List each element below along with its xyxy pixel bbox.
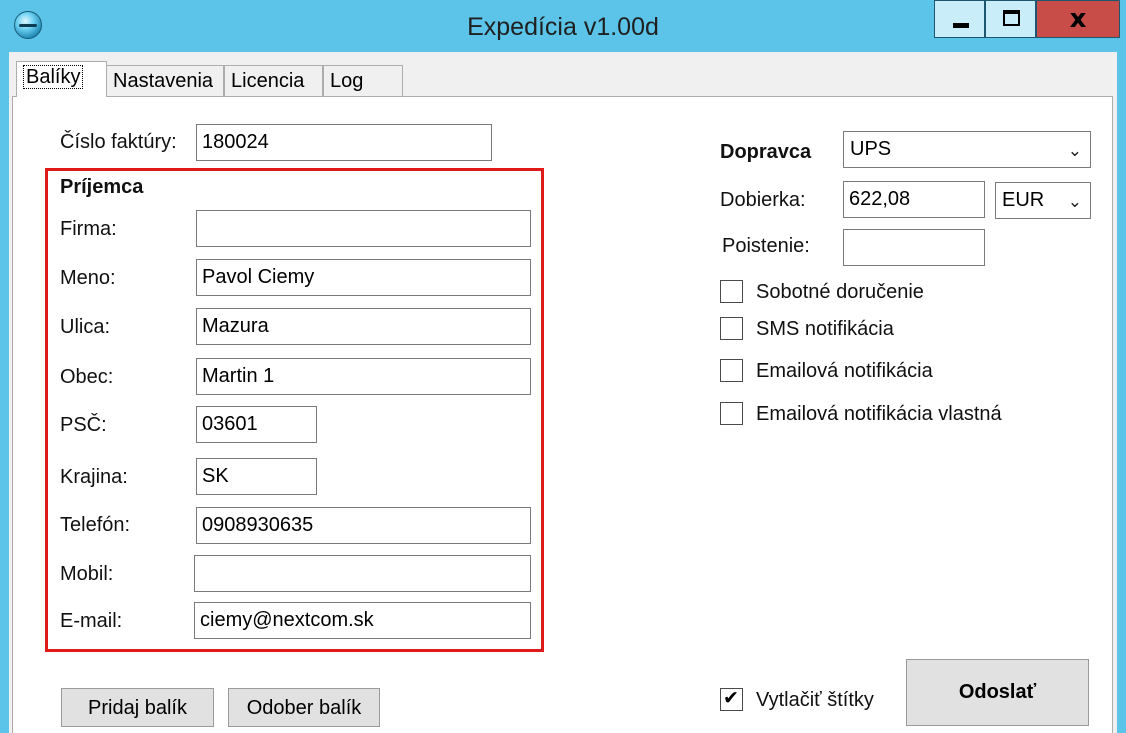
telefon-input[interactable] [196,507,531,544]
maximize-icon [1003,10,1020,26]
meno-input[interactable] [196,259,531,296]
custom-email-notification-checkbox[interactable] [720,402,743,425]
send-button[interactable]: Odoslať [906,659,1089,726]
print-labels-label: Vytlačiť štítky [756,689,874,711]
sms-notification-checkbox[interactable] [720,317,743,340]
obec-label: Obec: [60,366,114,388]
meno-label: Meno: [60,267,116,289]
tab-label: Log [330,70,364,92]
ulica-input[interactable] [196,308,531,345]
psc-label: PSČ: [60,414,107,436]
firma-input[interactable] [196,210,531,247]
invoice-label: Číslo faktúry: [60,131,177,153]
krajina-input[interactable] [196,458,317,495]
maximize-button[interactable] [985,0,1036,38]
tab-label: Nastavenia [113,70,214,92]
tab-label: Balíky [23,65,84,89]
chevron-down-icon: ⌄ [1067,192,1082,212]
carrier-select[interactable]: UPS ⌄ [843,131,1091,168]
currency-select[interactable]: EUR ⌄ [995,182,1091,219]
title-bar[interactable]: Expedícia v1.00d x [0,0,1126,52]
saturday-delivery-checkbox[interactable] [720,280,743,303]
insurance-label: Poistenie: [722,235,810,257]
cod-label: Dobierka: [720,189,806,211]
cod-amount-input[interactable] [843,181,985,218]
email-input[interactable] [194,602,531,639]
custom-email-notification-label: Emailová notifikácia vlastná [756,403,1002,425]
firma-label: Firma: [60,218,117,240]
close-icon: x [1069,4,1087,34]
krajina-label: Krajina: [60,466,128,488]
psc-input[interactable] [196,406,317,443]
currency-value: EUR [1002,189,1045,211]
mobil-input[interactable] [194,555,531,592]
chevron-down-icon: ⌄ [1067,141,1082,161]
print-labels-checkbox[interactable] [720,687,743,711]
email-notification-label: Emailová notifikácia [756,360,933,382]
insurance-input[interactable] [843,229,985,266]
tab-strip: Balíky Nastavenia Licencia Log [9,61,1117,97]
minimize-icon [953,23,969,28]
add-package-button[interactable]: Pridaj balík [61,688,214,727]
remove-package-button[interactable]: Odober balík [228,688,380,727]
tab-baliky[interactable]: Balíky [16,61,107,97]
tab-log[interactable]: Log [323,65,403,97]
carrier-value: UPS [850,138,892,160]
sms-notification-label: SMS notifikácia [756,318,894,340]
saturday-delivery-label: Sobotné doručenie [756,281,924,303]
tab-licencia[interactable]: Licencia [224,65,323,97]
tab-label: Licencia [231,70,305,92]
close-button[interactable]: x [1036,0,1120,38]
tab-nastavenia[interactable]: Nastavenia [106,65,224,97]
telefon-label: Telefón: [60,514,131,536]
email-notification-checkbox[interactable] [720,359,743,382]
obec-input[interactable] [196,358,531,395]
ulica-label: Ulica: [60,316,111,338]
recipient-heading: Príjemca [60,176,144,198]
email-label: E-mail: [60,610,123,632]
mobil-label: Mobil: [60,563,114,585]
invoice-number-input[interactable] [196,124,492,161]
carrier-label: Dopravca [720,141,812,163]
minimize-button[interactable] [934,0,985,38]
